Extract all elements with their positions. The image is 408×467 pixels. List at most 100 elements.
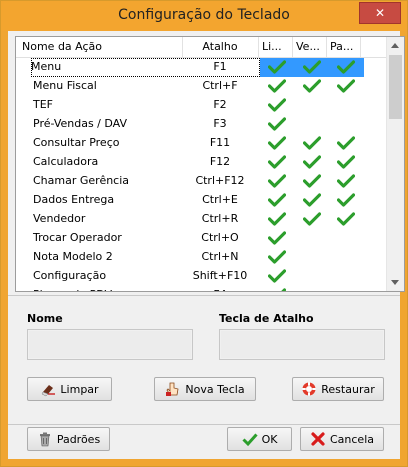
cancel-button-label: Cancela	[329, 432, 374, 446]
checkmark-icon[interactable]	[268, 174, 286, 188]
shortcut-key: F4	[183, 288, 257, 291]
checkmark-icon[interactable]	[268, 155, 286, 169]
column-header-action[interactable]: Nome da Ação	[22, 40, 172, 56]
checkmark-icon[interactable]	[268, 212, 286, 226]
shortcut-key: Ctrl+E	[202, 193, 238, 206]
dialog-body: Nome da Ação Atalho Li... Ve... Pa... Me…	[8, 31, 405, 459]
list-row[interactable]: Planos de PDV F4	[16, 286, 387, 291]
checkmark-icon[interactable]	[303, 155, 321, 169]
defaults-button[interactable]: Padrões	[27, 427, 110, 451]
restore-button-label: Restaurar	[321, 382, 375, 396]
column-separator	[292, 37, 293, 57]
shortcut-key: F3	[213, 117, 227, 130]
column-header-ve[interactable]: Ve...	[296, 40, 326, 56]
checkmark-icon[interactable]	[303, 79, 321, 93]
column-header-pa[interactable]: Pa...	[330, 40, 360, 56]
cancel-button[interactable]: Cancela	[300, 427, 384, 451]
checkmark-icon[interactable]	[268, 117, 286, 131]
list-row[interactable]: Menu Fiscal Ctrl+F	[16, 77, 387, 96]
checkmark-icon[interactable]	[337, 193, 355, 207]
column-separator	[326, 37, 327, 57]
shortcut-list[interactable]: Nome da Ação Atalho Li... Ve... Pa... Me…	[15, 36, 405, 292]
checkmark-icon[interactable]	[268, 60, 286, 74]
checkmark-icon	[242, 433, 258, 447]
action-name: Chamar Gerência	[33, 174, 130, 187]
checkmark-icon[interactable]	[337, 174, 355, 188]
new-key-button-label: Nova Tecla	[185, 382, 245, 396]
list-row[interactable]: Trocar Operador Ctrl+O	[16, 229, 387, 248]
checkmark-icon[interactable]	[268, 269, 286, 283]
ok-button-label: OK	[261, 432, 278, 446]
shortcut-key: Ctrl+R	[201, 212, 239, 225]
ok-button[interactable]: OK	[227, 427, 292, 451]
checkmark-icon[interactable]	[337, 60, 355, 74]
action-name: Menu Fiscal	[33, 79, 97, 92]
checkmark-icon[interactable]	[337, 79, 355, 93]
action-name: Pré-Vendas / DAV	[33, 117, 127, 130]
name-label: Nome	[27, 312, 63, 325]
shortcut-key: F12	[209, 155, 231, 168]
action-name: Vendedor	[33, 212, 86, 225]
column-separator	[360, 37, 361, 57]
action-name: Planos de PDV	[33, 288, 112, 291]
defaults-button-label: Padrões	[56, 432, 101, 446]
column-header-shortcut[interactable]: Atalho	[183, 40, 257, 56]
checkmark-icon[interactable]	[268, 231, 286, 245]
checkmark-icon[interactable]	[303, 193, 321, 207]
shortcut-field[interactable]	[219, 329, 385, 360]
hand-pointer-icon	[166, 382, 179, 396]
checkmark-icon[interactable]	[337, 136, 355, 150]
column-separator	[258, 37, 259, 57]
checkmark-icon[interactable]	[303, 60, 321, 74]
action-name: Calculadora	[33, 155, 99, 168]
shortcut-key: F1	[213, 60, 227, 73]
list-row[interactable]: TEF F2	[16, 96, 387, 115]
shortcut-key: Shift+F10	[192, 269, 248, 282]
scroll-up-icon[interactable]	[391, 43, 399, 48]
lifebuoy-icon	[302, 382, 316, 396]
checkmark-icon[interactable]	[268, 79, 286, 93]
list-row[interactable]: Nota Modelo 2 Ctrl+N	[16, 248, 387, 267]
edit-panel: Nome Tecla de Atalho Limpar Nova Tecla R…	[8, 295, 400, 425]
checkmark-icon[interactable]	[268, 98, 286, 112]
list-row[interactable]: Pré-Vendas / DAV F3	[16, 115, 387, 134]
checkmark-icon[interactable]	[268, 288, 286, 291]
close-button[interactable]: ✕	[359, 2, 401, 24]
action-name: Menu	[31, 60, 62, 73]
window-title: Configuração do Teclado	[118, 7, 290, 23]
list-row[interactable]: Dados Entrega Ctrl+E	[16, 191, 387, 210]
checkmark-icon[interactable]	[268, 136, 286, 150]
checkmark-icon[interactable]	[268, 193, 286, 207]
checkmark-icon[interactable]	[337, 155, 355, 169]
list-row[interactable]: Calculadora F12	[16, 153, 387, 172]
list-row[interactable]: Vendedor Ctrl+R	[16, 210, 387, 229]
name-field[interactable]	[27, 329, 193, 360]
column-header-li[interactable]: Li...	[262, 40, 292, 56]
shortcut-key: F11	[209, 136, 231, 149]
checkmark-icon[interactable]	[337, 212, 355, 226]
new-key-button[interactable]: Nova Tecla	[154, 377, 256, 401]
scroll-thumb[interactable]	[389, 55, 402, 119]
eraser-icon	[42, 385, 56, 397]
list-row[interactable]: Menu F1	[16, 58, 387, 77]
restore-button[interactable]: Restaurar	[292, 377, 384, 401]
shortcut-key: F2	[213, 98, 227, 111]
list-header: Nome da Ação Atalho Li... Ve... Pa...	[16, 37, 387, 58]
action-name: TEF	[33, 98, 53, 111]
checkmark-icon[interactable]	[303, 212, 321, 226]
shortcut-key: Ctrl+N	[201, 250, 239, 263]
shortcut-label: Tecla de Atalho	[219, 312, 314, 325]
list-row[interactable]: Consultar Preço F11	[16, 134, 387, 153]
checkmark-icon[interactable]	[303, 136, 321, 150]
clear-button[interactable]: Limpar	[27, 377, 112, 401]
list-row[interactable]: Chamar Gerência Ctrl+F12	[16, 172, 387, 191]
name-field-value	[29, 331, 191, 358]
checkmark-icon[interactable]	[268, 250, 286, 264]
action-name: Trocar Operador	[33, 231, 122, 244]
checkmark-icon[interactable]	[303, 174, 321, 188]
clear-button-label: Limpar	[60, 382, 99, 396]
vertical-scrollbar[interactable]	[386, 37, 404, 291]
trash-icon	[39, 432, 50, 447]
list-row[interactable]: Configuração Shift+F10	[16, 267, 387, 286]
scroll-down-icon[interactable]	[391, 280, 399, 285]
